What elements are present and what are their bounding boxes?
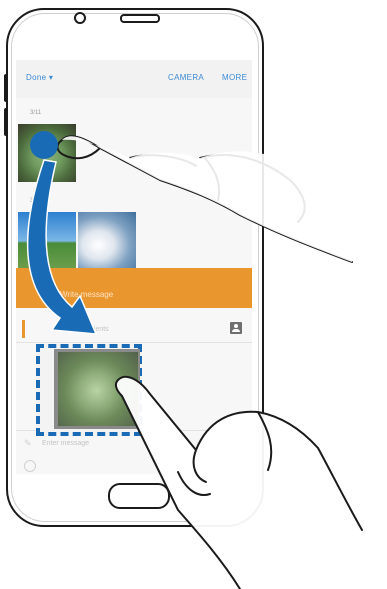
hand-fill xyxy=(62,136,352,262)
touch-point-icon xyxy=(30,131,58,159)
drag-arrow-icon xyxy=(26,159,98,335)
drag-arrow-overlay xyxy=(26,135,363,589)
hand-fill xyxy=(115,376,362,589)
